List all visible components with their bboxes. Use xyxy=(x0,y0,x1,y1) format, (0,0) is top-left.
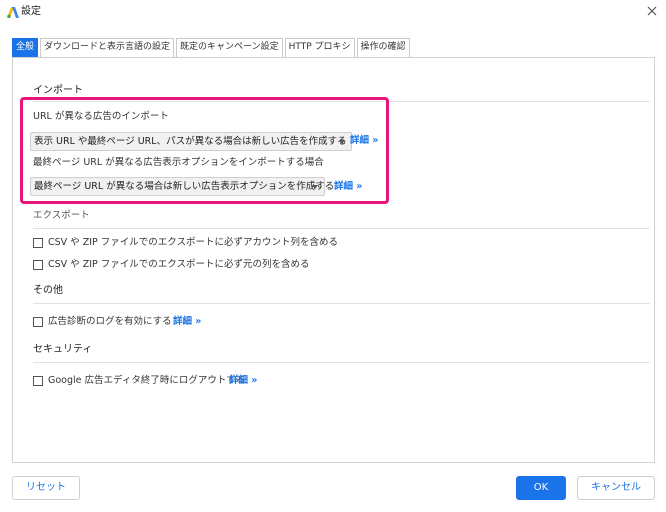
close-button[interactable] xyxy=(644,3,660,19)
import-section-title: インポート xyxy=(33,85,83,96)
tab-download-language[interactable]: ダウンロードと表示言語の設定 xyxy=(40,38,175,57)
reset-button[interactable]: リセット xyxy=(12,476,80,500)
ad-diagnostics-log-label: 広告診断のログを有効にする xyxy=(48,316,172,327)
close-icon xyxy=(647,6,657,16)
include-account-column-checkbox[interactable] xyxy=(33,238,43,248)
url-import-select[interactable]: 表示 URL や最終ページ URL、パスが異なる場合は新しい広告を作成する xyxy=(30,132,352,151)
tab-default-campaign[interactable]: 既定のキャンペーン設定 xyxy=(176,38,283,57)
tab-general[interactable]: 全般 xyxy=(12,38,39,57)
url-import-select-value: 表示 URL や最終ページ URL、パスが異なる場合は新しい広告を作成する xyxy=(34,136,347,147)
other-divider xyxy=(33,303,650,304)
settings-panel: インポート URL が異なる広告のインポート 表示 URL や最終ページ URL… xyxy=(12,57,655,463)
google-ads-logo-icon xyxy=(7,7,19,18)
chevron-down-icon xyxy=(312,185,318,189)
security-divider xyxy=(33,362,650,363)
url-import-label: URL が異なる広告のインポート xyxy=(33,111,169,122)
security-section-title: セキュリティ xyxy=(33,344,93,355)
ok-button[interactable]: OK xyxy=(516,476,566,500)
include-account-column-label: CSV や ZIP ファイルでのエクスポートに必ずアカウント列を含める xyxy=(48,237,338,248)
url-import-details-link[interactable]: 詳細 » xyxy=(350,135,378,147)
extension-import-select[interactable]: 最終ページ URL が異なる場合は新しい広告表示オプションを作成する xyxy=(30,177,334,196)
logout-on-exit-checkbox[interactable] xyxy=(33,376,43,386)
other-section-title: その他 xyxy=(33,285,63,296)
logout-on-exit-label: Google 広告エディタ終了時にログアウトする xyxy=(48,375,246,386)
extension-import-label: 最終ページ URL が異なる広告表示オプションをインポートする場合 xyxy=(33,157,324,168)
ad-diagnostics-details-link[interactable]: 詳細 » xyxy=(173,316,201,328)
include-original-columns-checkbox[interactable] xyxy=(33,260,43,270)
export-divider xyxy=(33,228,650,229)
cancel-button[interactable]: キャンセル xyxy=(577,476,655,500)
logout-details-link[interactable]: 詳細 » xyxy=(229,375,257,387)
import-divider xyxy=(33,101,650,102)
extension-import-details-link[interactable]: 詳細 » xyxy=(334,181,362,193)
title-bar: 設定 xyxy=(0,0,666,24)
include-original-columns-label: CSV や ZIP ファイルでのエクスポートに必ず元の列を含める xyxy=(48,259,310,270)
extension-import-select-value: 最終ページ URL が異なる場合は新しい広告表示オプションを作成する xyxy=(34,181,335,192)
chevron-down-icon xyxy=(339,140,345,144)
tab-confirmations[interactable]: 操作の確認 xyxy=(356,38,410,57)
export-section-title: エクスポート xyxy=(33,210,90,221)
settings-tabs: 全般 ダウンロードと表示言語の設定 既定のキャンペーン設定 HTTP プロキシ … xyxy=(12,38,412,57)
window-title: 設定 xyxy=(21,6,41,17)
tab-http-proxy[interactable]: HTTP プロキシ xyxy=(284,38,355,57)
ad-diagnostics-log-checkbox[interactable] xyxy=(33,317,43,327)
